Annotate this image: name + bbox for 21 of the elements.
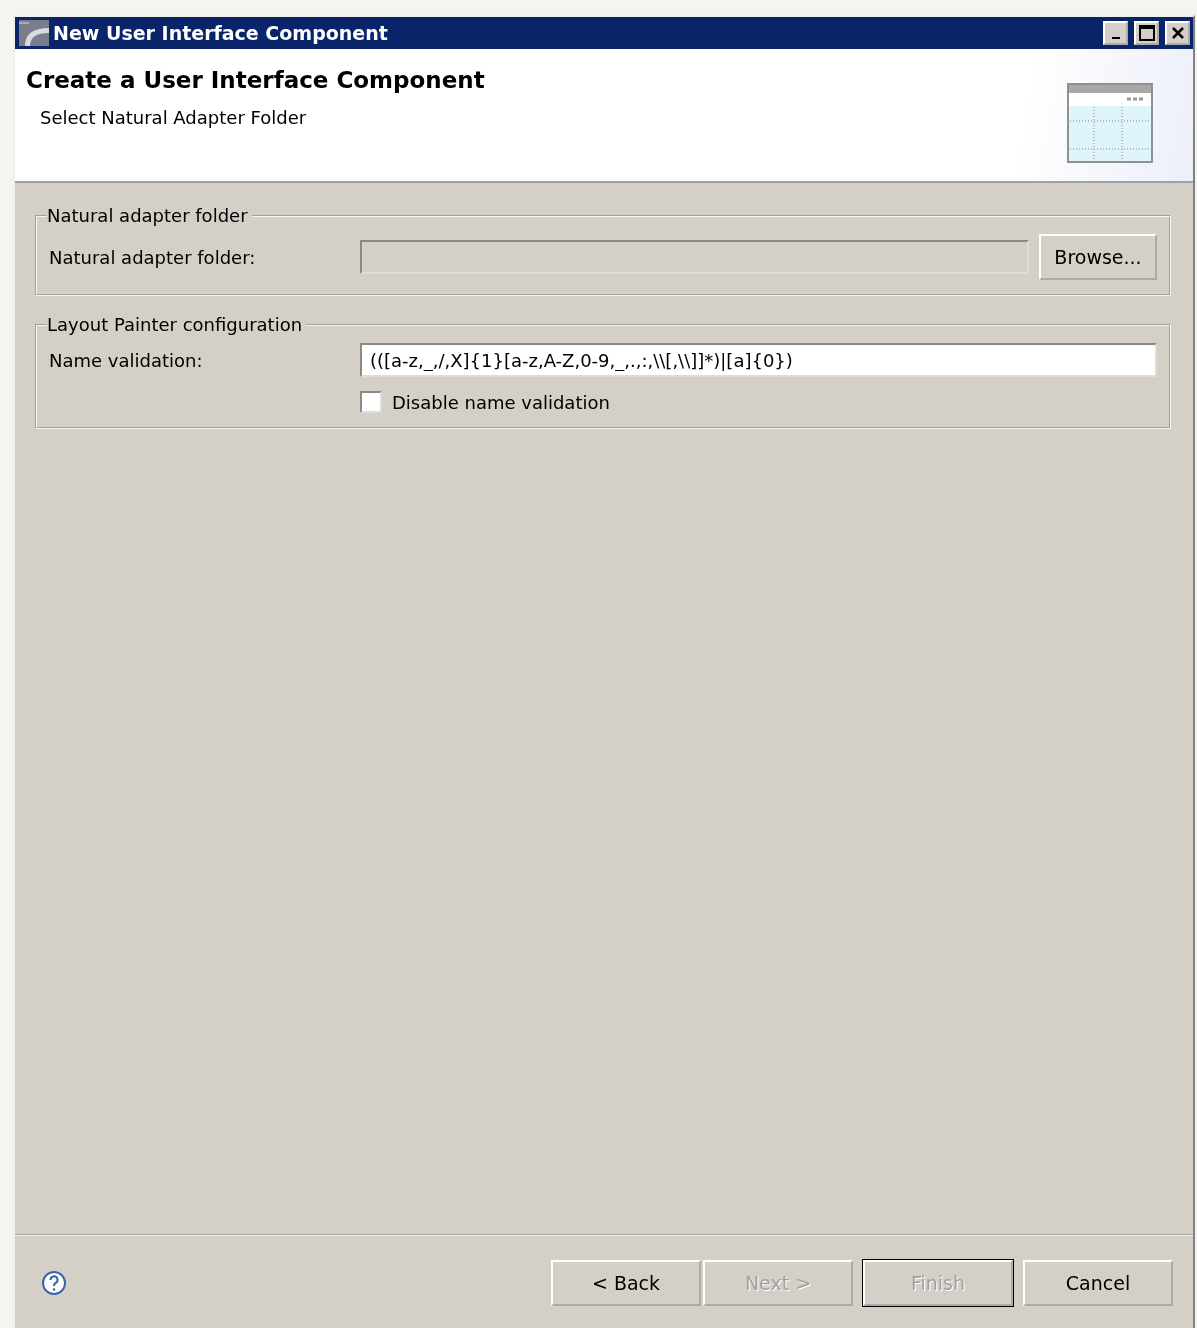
close-icon [1170,26,1185,40]
maximize-icon [1138,25,1155,41]
wizard-button[interactable]: < Back [551,1260,701,1306]
page-subtitle: Select Natural Adapter Folder [40,107,308,128]
field-label: Natural adapter folder: [49,246,257,268]
window-title: New User Interface Component [53,22,389,44]
checkbox[interactable] [360,391,382,413]
table-window-icon [1067,83,1153,163]
wizard-button[interactable]: Cancel [1023,1260,1173,1306]
field-label: Name validation: [49,349,204,371]
checkbox-label: Disable name validation [392,391,610,413]
name-validation-field[interactable]: (([a-z,_,/,X]{1}[a-z,A-Z,0-9,_,.,:,\\[,\\]]*)|[a]{0}) [360,343,1157,377]
close-button[interactable] [1165,21,1190,45]
group-title: Natural adapter folder [47,205,249,226]
minimize-button[interactable] [1103,21,1128,45]
page-title: Create a User Interface Component [26,67,485,93]
help-icon[interactable] [41,1270,67,1296]
maximize-button[interactable] [1134,21,1159,45]
app-icon [19,20,49,46]
group-title: Layout Painter configuration [47,314,304,335]
minimize-icon [1111,37,1120,39]
